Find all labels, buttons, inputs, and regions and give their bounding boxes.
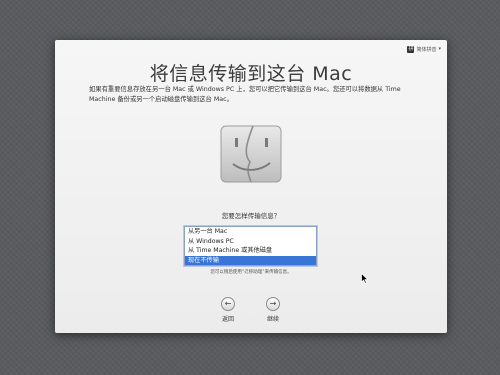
finder-face-icon xyxy=(220,125,282,183)
transfer-question: 您要怎样传输信息？ xyxy=(221,212,281,220)
option-from-windows-pc[interactable]: 从 Windows PC xyxy=(185,237,316,247)
transfer-options-list[interactable]: 从另一台 Mac 从 Windows PC 从 Time Machine 或其他… xyxy=(184,226,317,266)
back-button[interactable]: ← 返回 xyxy=(213,297,243,323)
option-from-time-machine[interactable]: 从 Time Machine 或其他磁盘 xyxy=(185,246,316,256)
option-from-mac[interactable]: 从另一台 Mac xyxy=(185,227,316,237)
input-source-label: 简体拼音 xyxy=(416,46,437,53)
continue-label: 继续 xyxy=(266,316,279,323)
arrow-cursor-icon xyxy=(361,273,369,284)
migration-hint: 您可以稍后使用“迁移助理”来传输信息。 xyxy=(210,270,292,275)
migration-assistant-window: 拼 简体拼音 ▾ 将信息传输到这台 Mac 如果有重要信息存放在另一台 Mac … xyxy=(55,40,447,333)
chevron-down-icon: ▾ xyxy=(438,46,441,52)
page-title: 将信息传输到这台 Mac xyxy=(149,63,353,85)
input-source-icon: 拼 xyxy=(407,45,415,53)
back-arrow-icon[interactable]: ← xyxy=(221,297,235,311)
continue-button[interactable]: → 继续 xyxy=(258,297,288,323)
forward-arrow-icon[interactable]: → xyxy=(266,297,280,311)
description-text: 如果有重要信息存放在另一台 Mac 或 Windows PC 上，您可以把它传输… xyxy=(89,86,401,103)
option-dont-transfer[interactable]: 现在不传输 xyxy=(185,255,316,265)
keyboard-input-menu[interactable]: 拼 简体拼音 ▾ xyxy=(407,44,441,54)
back-label: 返回 xyxy=(221,316,234,323)
